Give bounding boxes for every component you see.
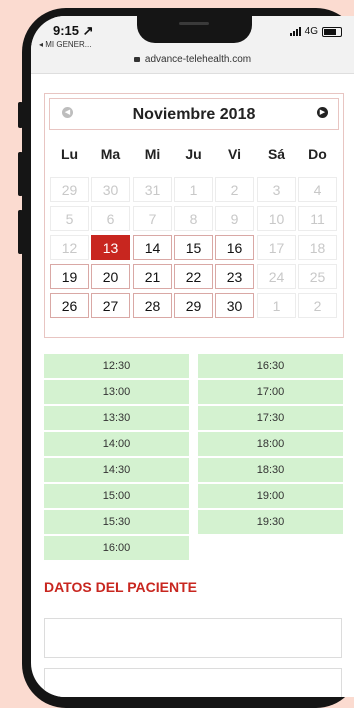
- calendar-day: 7: [133, 206, 172, 231]
- calendar-day: 9: [215, 206, 254, 231]
- mute-switch: [18, 102, 23, 128]
- volume-down-button: [18, 210, 23, 254]
- time-slot[interactable]: 19:00: [198, 484, 343, 508]
- volume-up-button: [18, 152, 23, 196]
- calendar-day: 6: [91, 206, 130, 231]
- calendar-day[interactable]: 28: [133, 293, 172, 318]
- calendar-day[interactable]: 19: [50, 264, 89, 289]
- time-slot[interactable]: 19:30: [198, 510, 343, 534]
- back-to-app-link[interactable]: ◂ MI GENER...: [39, 40, 91, 49]
- calendar-day: 18: [298, 235, 337, 260]
- time-slot[interactable]: 18:30: [198, 458, 343, 482]
- calendar: ◀ Noviembre 2018 ▶ Lu Ma Mi Ju Vi Sá Do 29 30 31 1…: [44, 93, 344, 338]
- network-type: 4G: [304, 26, 318, 37]
- weekday-label: Vi: [228, 146, 241, 162]
- time-slot[interactable]: 18:00: [198, 432, 343, 456]
- time-slot[interactable]: 14:00: [44, 432, 189, 456]
- weekday-label: Lu: [60, 146, 79, 162]
- time-slot[interactable]: 13:30: [44, 406, 189, 430]
- speaker: [179, 22, 209, 25]
- calendar-day[interactable]: 29: [174, 293, 213, 318]
- calendar-day: 17: [257, 235, 296, 260]
- calendar-day: 24: [257, 264, 296, 289]
- weekday-label: Sá: [267, 146, 286, 162]
- time-slot[interactable]: 16:00: [44, 536, 189, 560]
- calendar-day: 12: [50, 235, 89, 260]
- status-time: 9:15 ↗: [53, 23, 94, 38]
- calendar-day: 1: [174, 177, 213, 202]
- calendar-day[interactable]: 23: [215, 264, 254, 289]
- calendar-day[interactable]: 14: [133, 235, 172, 260]
- phone-screen: 9:15 ↗ ◂ MI GENER... 4G advance-teleheal…: [31, 16, 354, 697]
- lock-icon: [133, 57, 140, 62]
- time-slot[interactable]: 15:30: [44, 510, 189, 534]
- calendar-day: 31: [133, 177, 172, 202]
- weekday-label: Ju: [185, 146, 202, 162]
- calendar-day: 4: [298, 177, 337, 202]
- calendar-day: 11: [298, 206, 337, 231]
- address-bar[interactable]: advance-telehealth.com: [31, 54, 354, 65]
- time-slot[interactable]: 14:30: [44, 458, 189, 482]
- time-slot[interactable]: 17:00: [198, 380, 343, 404]
- calendar-day[interactable]: 20: [91, 264, 130, 289]
- weekday-label: Mi: [144, 146, 161, 162]
- time-slot[interactable]: 15:00: [44, 484, 189, 508]
- url-text: advance-telehealth.com: [144, 54, 252, 65]
- battery-icon: [322, 26, 342, 37]
- calendar-day: 1: [257, 293, 296, 318]
- calendar-day[interactable]: 21: [133, 264, 172, 289]
- calendar-day[interactable]: 26: [50, 293, 89, 318]
- calendar-day-selected[interactable]: 13: [91, 235, 130, 260]
- time-slot[interactable]: 12:30: [44, 354, 189, 378]
- calendar-day[interactable]: 27: [91, 293, 130, 318]
- calendar-day[interactable]: 22: [174, 264, 213, 289]
- patient-field-2[interactable]: [44, 668, 342, 697]
- calendar-day: 2: [215, 177, 254, 202]
- calendar-day: 25: [298, 264, 337, 289]
- patient-section-title: DATOS DEL PACIENTE: [44, 579, 197, 595]
- time-slot[interactable]: 17:30: [198, 406, 343, 430]
- calendar-day: 10: [257, 206, 296, 231]
- status-icons: 4G: [289, 26, 342, 37]
- calendar-header: ◀ Noviembre 2018 ▶: [49, 98, 339, 130]
- calendar-day: 29: [50, 177, 89, 202]
- calendar-day[interactable]: 15: [174, 235, 213, 260]
- calendar-day: 5: [50, 206, 89, 231]
- signal-icon: [289, 27, 301, 36]
- weekday-label: Ma: [100, 146, 121, 162]
- patient-field-1[interactable]: [44, 618, 342, 658]
- notch: [137, 16, 252, 43]
- month-title: Noviembre 2018: [132, 106, 256, 123]
- calendar-day: 2: [298, 293, 337, 318]
- next-month-icon[interactable]: ▶: [317, 107, 328, 118]
- calendar-day: 3: [257, 177, 296, 202]
- time-slot[interactable]: 13:00: [44, 380, 189, 404]
- calendar-day: 30: [91, 177, 130, 202]
- calendar-day[interactable]: 16: [215, 235, 254, 260]
- calendar-day[interactable]: 30: [215, 293, 254, 318]
- weekday-label: Do: [308, 146, 327, 162]
- calendar-day: 8: [174, 206, 213, 231]
- time-slot[interactable]: 16:30: [198, 354, 343, 378]
